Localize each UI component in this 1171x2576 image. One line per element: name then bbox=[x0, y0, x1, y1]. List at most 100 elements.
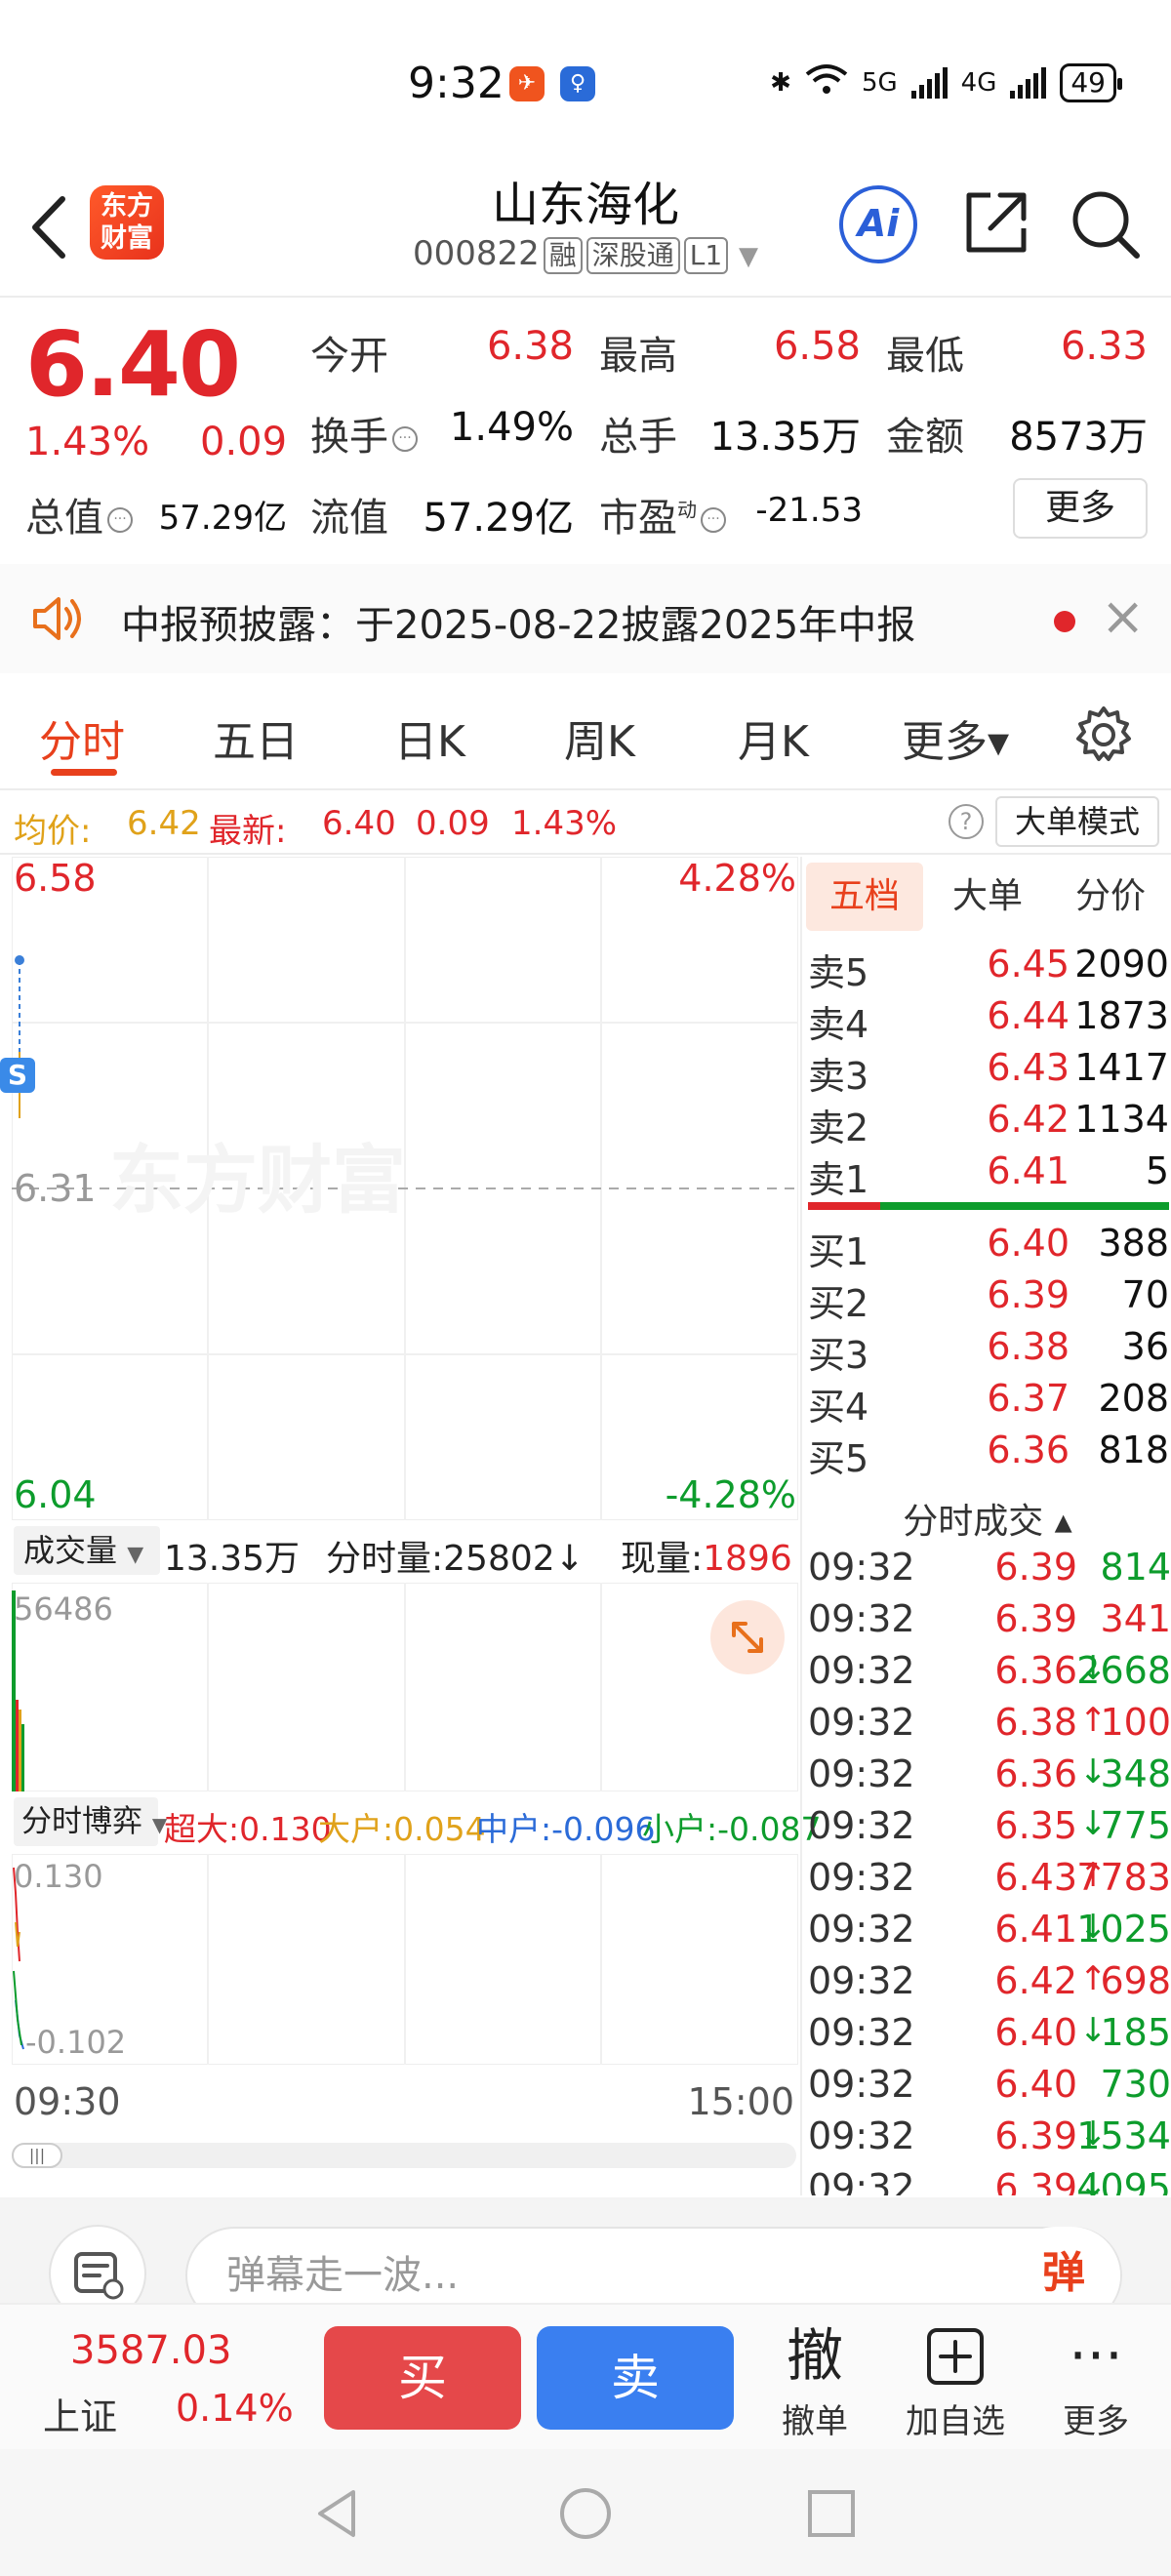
sell-button[interactable]: 卖 bbox=[537, 2326, 734, 2430]
tab-weekly-k[interactable]: 周K bbox=[564, 706, 635, 769]
share-button[interactable] bbox=[961, 187, 1031, 258]
chart-settings-button[interactable] bbox=[1073, 704, 1134, 765]
close-notice-button[interactable]: × bbox=[1101, 585, 1145, 647]
bid-row[interactable]: 买4 6.37 208 bbox=[808, 1377, 1169, 1429]
trade-time: 09:32 bbox=[808, 2011, 915, 2054]
add-watchlist-button[interactable]: 加自选 bbox=[892, 2316, 1019, 2442]
unread-dot bbox=[1054, 611, 1075, 632]
notification-app-icon: ✈ bbox=[509, 66, 545, 101]
open-value: 6.38 bbox=[486, 324, 574, 369]
sell-signal-badge[interactable]: S bbox=[0, 1058, 35, 1093]
trade-price: 6.38 bbox=[994, 1701, 1077, 1744]
tab-intraday[interactable]: 分时 bbox=[39, 706, 125, 769]
ask-row[interactable]: 卖3 6.43 1417 bbox=[808, 1046, 1169, 1098]
more-actions-label: 更多 bbox=[1063, 2402, 1129, 2441]
notification-bulb-icon: ♀ bbox=[560, 66, 595, 101]
signal-5g-label: 5G bbox=[861, 67, 898, 98]
expand-chart-button[interactable] bbox=[710, 1600, 785, 1674]
level-price: 6.43 bbox=[987, 1046, 1070, 1089]
latest-percent: 1.43% bbox=[511, 804, 618, 843]
level-volume: 1417 bbox=[1074, 1046, 1169, 1089]
ask-row[interactable]: 卖2 6.42 1134 bbox=[808, 1098, 1169, 1149]
tab-price-distribution[interactable]: 分价 bbox=[1052, 863, 1169, 931]
nav-back-icon[interactable] bbox=[310, 2486, 365, 2541]
level-price: 6.38 bbox=[987, 1325, 1070, 1368]
tab-big-orders[interactable]: 大单 bbox=[929, 863, 1046, 931]
change-percent: 1.43% bbox=[25, 420, 150, 464]
tab-monthly-k[interactable]: 月K bbox=[738, 706, 809, 769]
ask-row[interactable]: 卖4 6.44 1873 bbox=[808, 994, 1169, 1046]
ai-assistant-button[interactable]: Ai bbox=[839, 185, 917, 263]
chart-scrollbar-track[interactable] bbox=[12, 2143, 796, 2168]
search-icon bbox=[1072, 191, 1140, 259]
tab-five-day[interactable]: 五日 bbox=[213, 706, 299, 769]
latest-value: 6.40 bbox=[322, 804, 396, 843]
y-axis-bottom: 6.04 bbox=[14, 1473, 97, 1516]
trade-volume: 100 bbox=[1100, 1701, 1171, 1744]
divider bbox=[0, 853, 1171, 855]
tick-volume-label: 分时量:25802↓ bbox=[326, 1539, 585, 1579]
watermark: 东方财富 bbox=[109, 1137, 406, 1224]
ask-row[interactable]: 卖5 6.45 2090 bbox=[808, 943, 1169, 994]
volume-indicator-select[interactable]: 成交量 ▼ bbox=[14, 1526, 160, 1575]
level-tag: L1 bbox=[683, 237, 729, 274]
super-large-flow: 超大:0.130 bbox=[164, 1810, 332, 1848]
trade-volume: 1025 bbox=[1076, 1908, 1171, 1951]
level-label: 卖1 bbox=[808, 1158, 869, 1201]
trade-time: 09:32 bbox=[808, 1597, 915, 1640]
trade-volume: 185 bbox=[1100, 2011, 1171, 2054]
index-change: 0.14% bbox=[176, 2387, 294, 2430]
notice-banner[interactable]: 中报预披露：于2025-08-22披露2025年中报 × bbox=[0, 564, 1171, 673]
price-high-point bbox=[15, 955, 24, 965]
nav-recents-icon[interactable] bbox=[806, 2488, 857, 2539]
bid-row[interactable]: 买3 6.38 36 bbox=[808, 1325, 1169, 1377]
turnover-value: 1.49% bbox=[449, 405, 574, 450]
margin-tag: 融 bbox=[543, 237, 583, 274]
level-volume: 818 bbox=[1098, 1429, 1169, 1471]
ask-row[interactable]: 卖1 6.41 5 bbox=[808, 1149, 1169, 1201]
time-axis: 09:30 15:00 bbox=[12, 2071, 798, 2129]
stock-header: 东方 财富 山东海化 000822 融深股通 L1 ▼ Ai bbox=[0, 166, 1171, 298]
volume-chart[interactable]: 56486 bbox=[11, 1582, 799, 1792]
info-dots-icon: ··· bbox=[392, 426, 418, 452]
level-price: 6.42 bbox=[987, 1098, 1070, 1141]
bid-row[interactable]: 买5 6.36 818 bbox=[808, 1429, 1169, 1480]
chart-period-tabs: 分时 五日 日K 周K 月K 更多▾ bbox=[0, 683, 1171, 790]
trade-time: 09:32 bbox=[808, 2063, 915, 2106]
help-icon[interactable]: ? bbox=[949, 804, 984, 839]
bid-row[interactable]: 买1 6.40 388 bbox=[808, 1222, 1169, 1273]
tab-more[interactable]: 更多▾ bbox=[902, 706, 1009, 769]
big-order-mode-button[interactable]: 大单模式 bbox=[995, 796, 1159, 847]
more-actions-button[interactable]: ··· 更多 bbox=[1032, 2316, 1159, 2442]
divider bbox=[0, 296, 1171, 298]
notice-text: 中报预披露：于2025-08-22披露2025年中报 bbox=[121, 603, 916, 648]
level-label: 买2 bbox=[808, 1282, 869, 1325]
trade-row: 09:32 6.42 ↑ 698 bbox=[808, 1959, 1171, 2010]
level-price: 6.39 bbox=[987, 1273, 1070, 1316]
chart-scrollbar-thumb[interactable]: ||| bbox=[12, 2143, 62, 2168]
volume-max-label: 56486 bbox=[14, 1590, 113, 1628]
capital-flow-chart[interactable]: 0.130 -0.102 bbox=[11, 1853, 799, 2066]
cancel-order-button[interactable]: 撤 撤单 bbox=[751, 2316, 878, 2442]
nav-home-icon[interactable] bbox=[558, 2486, 613, 2541]
trade-row: 09:32 6.39 814 bbox=[808, 1546, 1171, 1596]
capital-flow-header: 分时博弈 ▼ 超大:0.130 大户:0.054 中户:-0.096 小户:-0… bbox=[12, 1795, 822, 1850]
search-button[interactable] bbox=[1069, 187, 1143, 262]
buy-button[interactable]: 买 bbox=[324, 2326, 521, 2430]
trade-direction-icon: ↑ bbox=[1079, 1959, 1108, 1998]
intraday-price-chart[interactable]: 东方财富 6.58 6.31 6.04 4.28% -4.28% S bbox=[0, 856, 799, 1521]
system-nav-bar bbox=[0, 2449, 1171, 2576]
trades-title[interactable]: 分时成交 ▴ bbox=[802, 1493, 1171, 1544]
capital-flow-select[interactable]: 分时博弈 ▼ bbox=[14, 1797, 167, 1846]
high-value: 6.58 bbox=[773, 324, 861, 369]
tab-daily-k[interactable]: 日K bbox=[394, 706, 465, 769]
bid-row[interactable]: 买2 6.39 70 bbox=[808, 1273, 1169, 1325]
capital-flow-svg bbox=[11, 1853, 799, 2066]
trade-price: 6.39 bbox=[994, 2166, 1077, 2195]
level-price: 6.45 bbox=[987, 943, 1070, 986]
level-price: 6.40 bbox=[987, 1222, 1070, 1265]
tab-five-levels[interactable]: 五档 bbox=[806, 863, 923, 931]
more-quote-button[interactable]: 更多 bbox=[1013, 478, 1148, 539]
trade-row: 09:32 6.39 341 bbox=[808, 1597, 1171, 1648]
volume-chart-svg bbox=[11, 1582, 799, 1792]
